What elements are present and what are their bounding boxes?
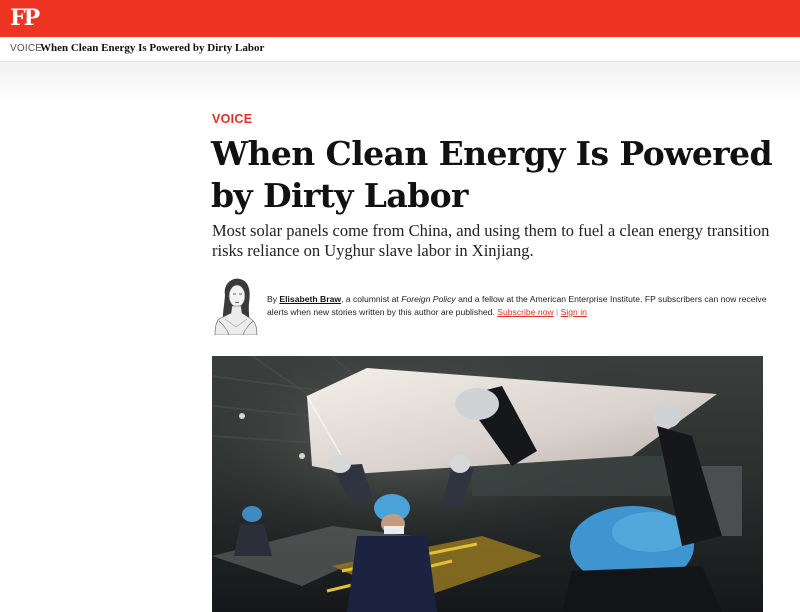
link-separator: | xyxy=(556,307,559,317)
article-dek: Most solar panels come from China, and u… xyxy=(212,221,770,260)
top-header-bar: FP xyxy=(0,0,800,37)
signin-link[interactable]: Sign in xyxy=(561,307,587,317)
author-portrait-icon xyxy=(211,275,261,336)
factory-photo xyxy=(212,356,763,612)
fp-logo[interactable]: FP xyxy=(10,5,40,31)
header-shadow xyxy=(0,62,800,102)
sticky-section-label[interactable]: VOICE xyxy=(10,43,42,54)
section-label[interactable]: VOICE xyxy=(212,112,252,126)
author-avatar[interactable] xyxy=(211,275,261,336)
hero-image xyxy=(212,356,763,612)
byline: By Elisabeth Braw, a columnist at Foreig… xyxy=(267,293,787,319)
article-headline: When Clean Energy Is Powered by Dirty La… xyxy=(211,134,773,215)
subscribe-link[interactable]: Subscribe now xyxy=(497,307,553,317)
byline-text-1: , a columnist at xyxy=(341,294,399,304)
sticky-article-bar: VOICE When Clean Energy Is Powered by Di… xyxy=(0,37,800,62)
byline-by: By xyxy=(267,294,278,304)
sticky-article-title: When Clean Energy Is Powered by Dirty La… xyxy=(40,42,265,54)
publication-name: Foreign Policy xyxy=(401,294,456,304)
author-link[interactable]: Elisabeth Braw xyxy=(279,294,341,304)
